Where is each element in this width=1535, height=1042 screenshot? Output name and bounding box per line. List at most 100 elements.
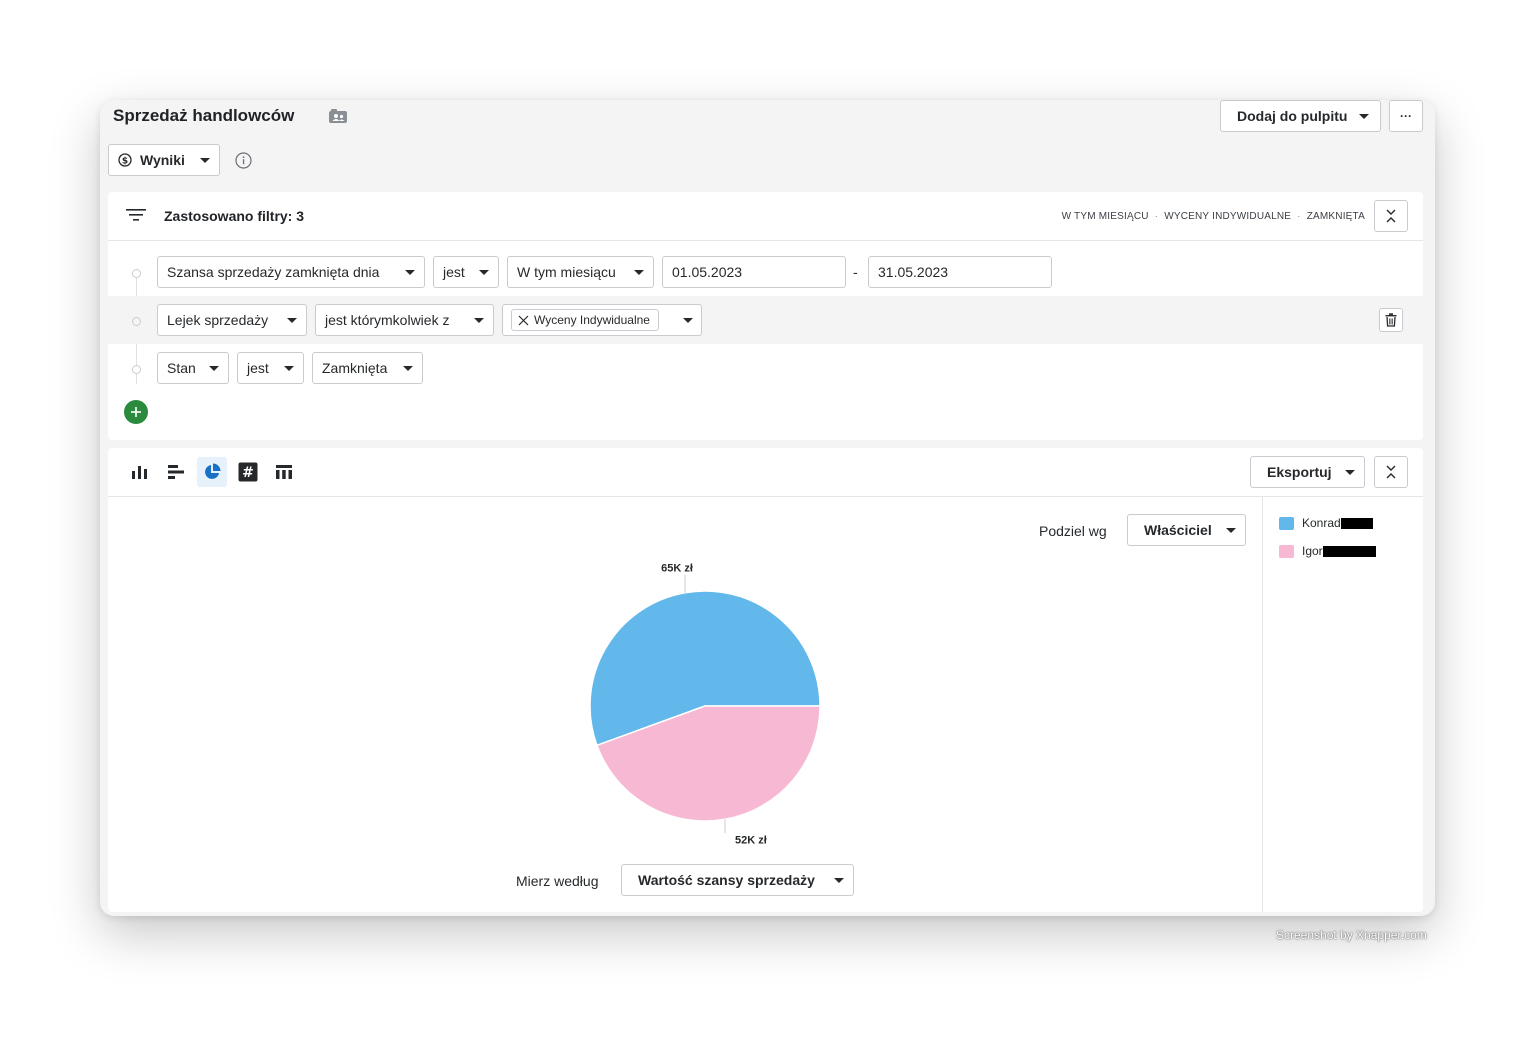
divider	[108, 496, 1423, 497]
chevron-down-icon	[683, 317, 693, 323]
chevron-down-icon	[200, 157, 210, 163]
filter-operator-dropdown[interactable]: jest	[237, 352, 304, 384]
filter-field-dropdown[interactable]: Szansa sprzedaży zamknięta dnia	[157, 256, 425, 288]
filter-operator-dropdown[interactable]: jest	[433, 256, 499, 288]
legend-swatch	[1279, 516, 1294, 530]
measure-by-dropdown[interactable]: Wartość szansy sprzedaży	[621, 864, 854, 896]
chevron-down-icon	[1359, 113, 1369, 119]
report-window: Sprzedaż handlowców Dodaj do pulpitu ···…	[100, 100, 1435, 916]
plus-icon	[130, 406, 142, 418]
filter-multiselect[interactable]: Wyceny Indywidualne	[502, 304, 702, 336]
redacted-block	[1322, 545, 1376, 557]
date-from-input[interactable]: 01.05.2023	[662, 256, 846, 288]
chevron-down-icon	[1345, 469, 1355, 475]
pie-chart: 65K zł 52K zł	[589, 563, 821, 846]
chevron-down-icon	[403, 365, 413, 371]
chevron-down-icon	[284, 365, 294, 371]
report-type-dropdown[interactable]: $ Wyniki	[108, 144, 220, 176]
filter-field-label: Lejek sprzedaży	[167, 312, 269, 328]
filter-period-label: W tym miesiącu	[517, 264, 616, 280]
split-by-dropdown[interactable]: Właściciel	[1127, 514, 1246, 546]
filter-row-dot	[132, 269, 141, 278]
export-label: Eksportuj	[1267, 464, 1332, 480]
filter-field-dropdown[interactable]: Lejek sprzedaży	[157, 304, 307, 336]
watermark: Screenshot by Xnapper.com	[1276, 928, 1427, 942]
chevron-down-icon	[834, 877, 844, 883]
filter-value-label: Zamknięta	[322, 360, 388, 376]
number-scorecard-icon[interactable]: #	[234, 458, 262, 486]
pie-data-label: 65K zł	[661, 563, 693, 575]
filters-heading: Zastosowano filtry: 3	[164, 208, 305, 224]
filter-tag: W TYM MIESIĄCU	[1061, 211, 1149, 222]
delete-filter-button[interactable]	[1379, 308, 1403, 332]
filter-operator-dropdown[interactable]: jest którymkolwiek z	[315, 304, 494, 336]
add-filter-button[interactable]	[124, 400, 148, 424]
trash-icon	[1385, 313, 1397, 327]
filter-row-dot	[132, 365, 141, 374]
date-to-input[interactable]: 31.05.2023	[868, 256, 1052, 288]
svg-text:#: #	[242, 465, 254, 481]
chart-panel: # Eksportuj Podziel wg Właściciel Konrad	[108, 448, 1423, 912]
add-to-dashboard-button[interactable]: Dodaj do pulpitu	[1220, 100, 1381, 132]
date-from-value: 01.05.2023	[672, 264, 743, 280]
report-type-label: Wyniki	[140, 152, 185, 168]
divider	[108, 240, 1423, 241]
filter-icon[interactable]	[125, 207, 147, 223]
split-by-label: Podziel wg	[1039, 523, 1107, 539]
date-to-value: 31.05.2023	[878, 264, 949, 280]
collapse-icon	[1384, 465, 1398, 479]
legend-divider	[1262, 497, 1263, 912]
tag-separator: ·	[1154, 211, 1159, 222]
collapse-filters-button[interactable]	[1374, 200, 1408, 232]
chevron-down-icon	[474, 317, 484, 323]
tag-separator: ·	[1297, 211, 1301, 222]
filter-tag: WYCENY INDYWIDUALNE	[1164, 211, 1292, 222]
collapse-icon	[1384, 209, 1398, 223]
legend-item[interactable]: Igor	[1279, 544, 1376, 558]
legend-item[interactable]: Konrad	[1279, 516, 1373, 530]
more-options-button[interactable]: ···	[1389, 100, 1423, 132]
filter-operator-label: jest	[443, 264, 465, 280]
applied-filter-tags: W TYM MIESIĄCU · WYCENY INDYWIDUALNE · Z…	[1062, 211, 1365, 222]
filter-field-label: Stan	[167, 360, 196, 376]
more-icon: ···	[1400, 109, 1412, 123]
chip-label: Wyceny Indywidualne	[534, 313, 650, 327]
chevron-down-icon	[287, 317, 297, 323]
dollar-icon: $	[118, 153, 132, 167]
table-icon[interactable]	[270, 458, 298, 486]
filter-panel: Zastosowano filtry: 3 W TYM MIESIĄCU · W…	[108, 192, 1423, 440]
filter-row-dot	[132, 317, 141, 326]
filter-period-dropdown[interactable]: W tym miesiącu	[507, 256, 654, 288]
filter-tag: ZAMKNIĘTA	[1306, 211, 1365, 222]
collapse-chart-button[interactable]	[1374, 456, 1408, 488]
shared-users-icon[interactable]	[327, 107, 349, 125]
add-to-dashboard-label: Dodaj do pulpitu	[1237, 108, 1348, 124]
filter-operator-label: jest którymkolwiek z	[325, 312, 450, 328]
filter-field-label: Szansa sprzedaży zamknięta dnia	[167, 264, 380, 280]
measure-by-label: Mierz według	[516, 873, 599, 889]
filter-operator-label: jest	[247, 360, 269, 376]
chevron-down-icon	[209, 365, 219, 371]
redacted-block	[1340, 517, 1373, 529]
remove-chip-icon[interactable]	[518, 315, 529, 326]
split-by-value: Właściciel	[1144, 522, 1212, 538]
filter-value-dropdown[interactable]: Zamknięta	[312, 352, 423, 384]
chevron-down-icon	[405, 269, 415, 275]
legend-label: Konrad	[1302, 516, 1341, 530]
pie-chart-icon[interactable]	[197, 457, 227, 487]
filter-field-dropdown[interactable]: Stan	[157, 352, 229, 384]
horizontal-bar-icon[interactable]	[162, 458, 190, 486]
legend-swatch	[1279, 544, 1294, 558]
export-dropdown[interactable]: Eksportuj	[1250, 456, 1365, 488]
date-range-separator: -	[853, 264, 858, 280]
chevron-down-icon	[1226, 527, 1236, 533]
measure-by-value: Wartość szansy sprzedaży	[638, 872, 815, 888]
selected-chip: Wyceny Indywidualne	[511, 309, 659, 331]
pie-data-label: 52K zł	[735, 834, 767, 846]
legend-label: Igor	[1302, 544, 1323, 558]
info-icon[interactable]	[234, 151, 252, 169]
chevron-down-icon	[634, 269, 644, 275]
page-title: Sprzedaż handlowców	[113, 106, 295, 125]
bar-chart-icon[interactable]	[126, 458, 154, 486]
svg-text:$: $	[122, 156, 128, 166]
